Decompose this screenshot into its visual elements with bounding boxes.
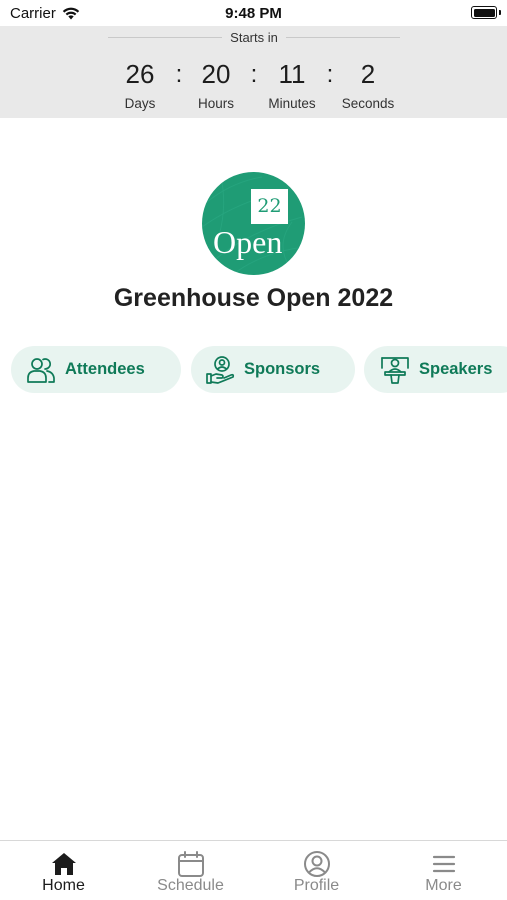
- sponsors-label: Sponsors: [244, 360, 321, 378]
- countdown-minutes: 11 Minutes: [252, 58, 332, 111]
- minutes-label: Minutes: [268, 96, 316, 111]
- battery-level: [473, 8, 495, 17]
- hours-label: Hours: [197, 96, 234, 111]
- minutes-value: 11: [278, 59, 306, 89]
- tab-home[interactable]: Home: [0, 841, 127, 900]
- speakers-button[interactable]: Speakers: [364, 346, 507, 393]
- sponsors-icon: [204, 354, 236, 386]
- countdown-seconds: 2 Seconds: [328, 58, 408, 111]
- tab-schedule[interactable]: Schedule: [127, 841, 254, 900]
- attendees-icon: [25, 354, 57, 386]
- hours-value: 20: [201, 59, 231, 89]
- event-logo: 22 Open: [202, 172, 305, 275]
- starts-in-heading: Starts in: [108, 29, 400, 45]
- tab-profile[interactable]: Profile: [253, 841, 380, 900]
- speakers-icon: [379, 354, 411, 386]
- attendees-button[interactable]: Attendees: [11, 346, 181, 393]
- clock: 9:48 PM: [225, 5, 282, 22]
- tab-more-label: More: [425, 877, 462, 894]
- seconds-label: Seconds: [341, 96, 395, 111]
- battery-icon: [471, 6, 497, 19]
- event-title: Greenhouse Open 2022: [113, 284, 394, 312]
- home-screen: Carrier 9:48 PM Starts in 26 Days : 20 H…: [0, 0, 507, 900]
- tab-more[interactable]: More: [380, 841, 507, 900]
- home-icon: [51, 853, 76, 875]
- tab-profile-label: Profile: [293, 877, 340, 894]
- profile-icon: [303, 851, 330, 877]
- menu-icon: [432, 855, 455, 873]
- divider-left: [108, 36, 223, 38]
- battery-tip: [499, 10, 501, 15]
- tab-bar: Home Schedule Profile More: [0, 840, 507, 900]
- starts-in-label: Starts in: [230, 29, 278, 45]
- seconds-value: 2: [360, 59, 376, 89]
- calendar-icon: [177, 851, 204, 877]
- logo-number: 22: [251, 189, 288, 224]
- countdown-hours: 20 Hours: [176, 58, 256, 111]
- days-label: Days: [124, 96, 156, 111]
- logo-word: Open: [213, 224, 283, 260]
- sponsors-button[interactable]: Sponsors: [191, 346, 355, 393]
- days-value: 26: [125, 59, 155, 89]
- countdown-days: 26 Days: [100, 58, 180, 111]
- speakers-label: Speakers: [419, 360, 493, 378]
- tab-schedule-label: Schedule: [157, 877, 224, 894]
- countdown-banner: Starts in 26 Days : 20 Hours : 11 Minute…: [0, 26, 507, 118]
- status-bar: Carrier 9:48 PM: [0, 0, 507, 26]
- divider-right: [285, 36, 400, 38]
- attendees-label: Attendees: [65, 360, 145, 378]
- tab-home-label: Home: [42, 877, 85, 894]
